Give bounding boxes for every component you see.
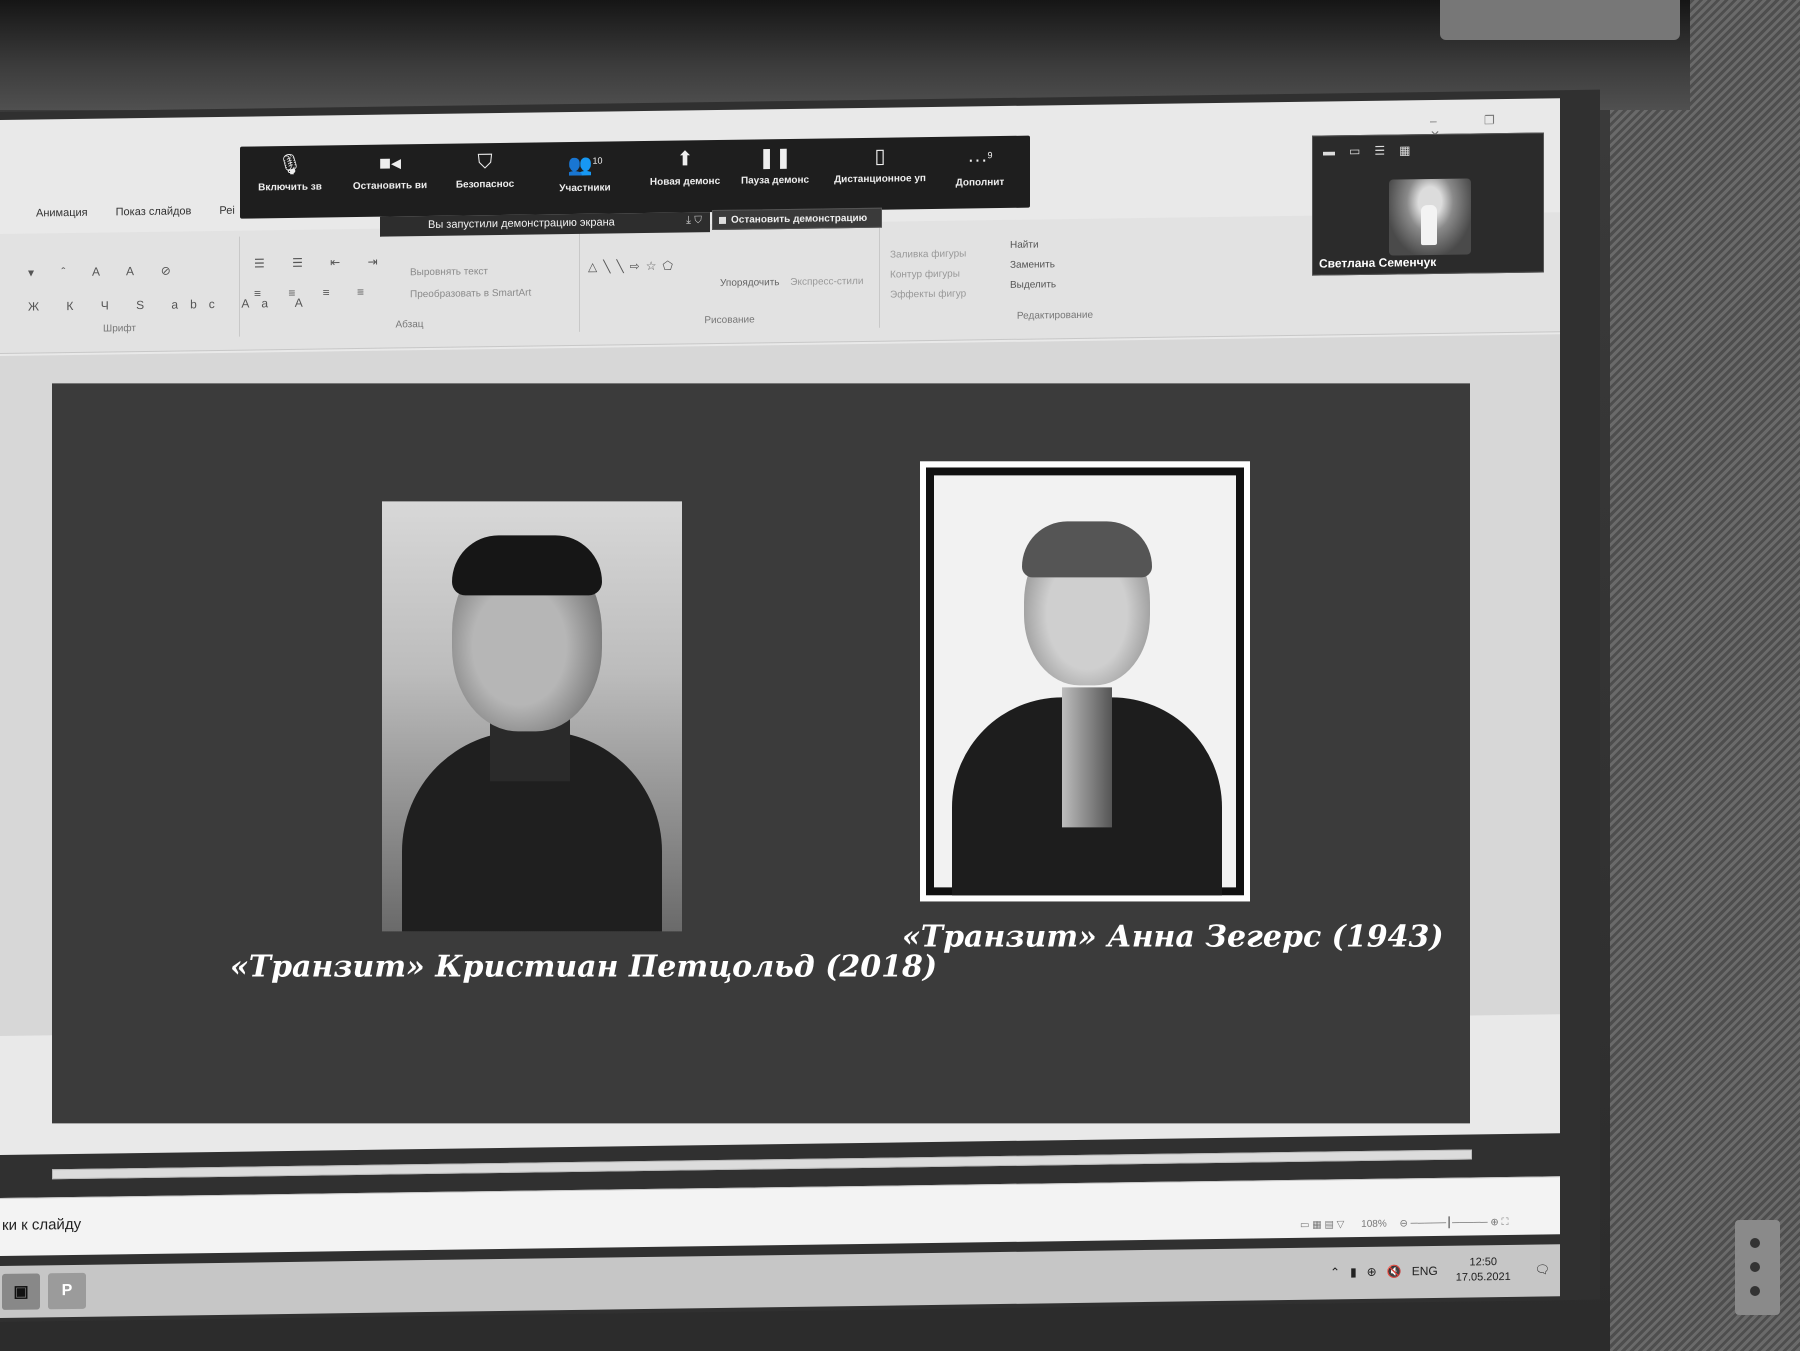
participants-icon: 👥10 — [567, 154, 603, 177]
wall-switch — [1735, 1220, 1780, 1315]
editing-group-label: Редактирование — [1016, 309, 1094, 322]
language-indicator[interactable]: ENG — [1412, 1264, 1438, 1278]
right-figure-scarf — [1062, 687, 1112, 828]
clock-date: 17.05.2021 — [1455, 1270, 1511, 1284]
housing-end-cap — [1440, 0, 1680, 40]
stop-share-button[interactable]: Остановить демонстрацию — [712, 207, 882, 231]
security-button[interactable]: ⛉ Безопаснос — [435, 151, 535, 191]
left-portrait-photo — [382, 501, 682, 932]
network-icon[interactable]: ⊕ — [1367, 1265, 1377, 1279]
clock[interactable]: 12:50 17.05.2021 — [1456, 1255, 1511, 1286]
zoom-meeting-toolbar: 🎙 Включить зв ■◂ Остановить ви ⛉ Безопас… — [240, 135, 1030, 219]
tab-review[interactable]: Реі — [219, 205, 234, 231]
list-buttons-row: ☰ ☰ ⇤ ⇥ — [254, 254, 390, 271]
tile-controls: ▬ ▭ ☰ ▦ — [1323, 143, 1410, 158]
tab-animation[interactable]: Анимация — [36, 207, 88, 234]
photos-app-icon[interactable]: ▣ — [2, 1273, 40, 1310]
view-buttons[interactable]: ▭ ▦ ▤ ▽ — [1300, 1219, 1344, 1231]
participant-name: Светлана Семенчук — [1319, 254, 1437, 271]
font-format-row-1: ▾ ˆ A A ⊘ — [28, 263, 183, 280]
align-text-item[interactable]: Выровнять текст — [410, 261, 531, 285]
notice-controls[interactable]: ⤓ ⛉ — [686, 214, 702, 227]
share-screen-icon: ⬆ — [676, 148, 694, 171]
hide-video-icon[interactable]: ▭ — [1349, 144, 1360, 158]
participant-video-image — [1389, 178, 1471, 256]
unmute-button[interactable]: 🎙 Включить зв — [240, 153, 340, 194]
new-share-button[interactable]: ⬆ Новая демонс — [635, 148, 735, 188]
remote-control-button[interactable]: ▯ Дистанционное уп — [820, 145, 940, 186]
minimize-icon[interactable]: ▬ — [1323, 144, 1335, 158]
select-button[interactable]: Выделить — [1010, 275, 1056, 296]
ribbon-tabs: Анимация Показ слайдов Реі — [0, 205, 235, 234]
align-buttons-row: ≡ ≡ ≡ ≡ — [254, 284, 377, 301]
shapes-gallery[interactable]: △╲╲⇨☆⬠ — [588, 259, 679, 274]
projected-desktop: Анимация Показ слайдов Реі ▾ ˆ A A ⊘ Ж К… — [0, 89, 1600, 1323]
powerpoint-app-icon[interactable]: P — [48, 1272, 86, 1310]
shape-outline-button[interactable]: Контур фигуры — [890, 265, 966, 286]
slide-notes-area[interactable]: ки к слайду — [0, 1176, 1560, 1256]
wall-panel — [1610, 0, 1800, 1351]
powerpoint-window: Анимация Показ слайдов Реі ▾ ˆ A A ⊘ Ж К… — [0, 98, 1560, 1318]
speaker-view-icon[interactable]: ☰ — [1374, 144, 1385, 158]
more-button[interactable]: ···9 Дополнит — [930, 144, 1030, 189]
clock-time: 12:50 — [1469, 1256, 1497, 1269]
notes-placeholder: ки к слайду — [2, 1215, 82, 1234]
tab-slideshow[interactable]: Показ слайдов — [116, 205, 192, 232]
paragraph-group: ☰ ☰ ⇤ ⇥ ≡ ≡ ≡ ≡ Выровнять текст Преобраз… — [240, 231, 580, 337]
font-group-label: Шрифт — [103, 323, 136, 335]
horizontal-scrollbar[interactable] — [52, 1149, 1472, 1180]
shield-icon: ⛉ — [477, 151, 493, 174]
editing-group: Найти Заменить Выделить Редактирование — [1000, 225, 1110, 327]
smartart-item[interactable]: Преобразовать в SmartArt — [410, 283, 531, 307]
right-portrait-photo — [920, 461, 1250, 902]
chevron-up-icon[interactable]: ⌃ — [1330, 1265, 1340, 1279]
paragraph-group-label: Абзац — [395, 319, 424, 331]
usb-icon[interactable]: ▮ — [1350, 1265, 1357, 1279]
slide: «Транзит» Кристиан Петцольд (2018) «Тран… — [52, 383, 1470, 1124]
drawing-group: △╲╲⇨☆⬠ Упорядочить Экспресс-стили Заливк… — [580, 227, 966, 332]
mouse-icon: ▯ — [874, 145, 886, 168]
shape-fill-button[interactable]: Заливка фигуры — [890, 245, 966, 266]
drawing-group-label: Рисование — [704, 314, 755, 327]
right-figure-hair — [1022, 521, 1152, 578]
system-tray: ⌃ ▮ ⊕ 🔇 ENG 12:50 17.05.2021 🗨 — [1330, 1254, 1550, 1287]
left-figure-hair — [452, 535, 602, 596]
gallery-view-icon[interactable]: ▦ — [1399, 143, 1410, 157]
right-caption: «Транзит» Анна Зегерс (1943) — [902, 919, 1444, 955]
microphone-icon: 🎙 — [277, 153, 303, 177]
pause-share-button[interactable]: ❚❚ Пауза демонс — [725, 146, 825, 187]
shape-effects-button[interactable]: Эффекты фигур — [890, 285, 966, 306]
font-group: ▾ ˆ A A ⊘ Ж К Ч S abc Aa A Шрифт — [0, 236, 315, 340]
video-camera-icon: ■◂ — [378, 152, 402, 175]
participants-button[interactable]: 👥10 Участники — [535, 149, 635, 194]
replace-button[interactable]: Заменить — [1010, 255, 1056, 276]
zoom-slider[interactable]: ⊖ ─────┃───── ⊕ ⛶ — [1400, 1217, 1509, 1230]
more-icon: ···9 — [967, 148, 993, 172]
stop-video-button[interactable]: ■◂ Остановить ви — [340, 152, 440, 192]
participant-video-tile[interactable]: ▬ ▭ ☰ ▦ Светлана Семенчук — [1312, 132, 1544, 276]
zoom-level: 108% — [1361, 1218, 1387, 1230]
find-button[interactable]: Найти — [1010, 235, 1056, 256]
pause-icon: ❚❚ — [758, 146, 792, 170]
quick-styles-button[interactable]: Экспресс-стили — [790, 276, 863, 288]
slide-editor-pane: «Транзит» Кристиан Петцольд (2018) «Тран… — [0, 334, 1560, 1124]
arrange-button[interactable]: Упорядочить — [720, 277, 780, 289]
left-caption: «Транзит» Кристиан Петцольд (2018) — [230, 949, 938, 985]
notification-icon[interactable]: 🗨 — [1535, 1262, 1550, 1276]
volume-muted-icon[interactable]: 🔇 — [1387, 1264, 1402, 1278]
